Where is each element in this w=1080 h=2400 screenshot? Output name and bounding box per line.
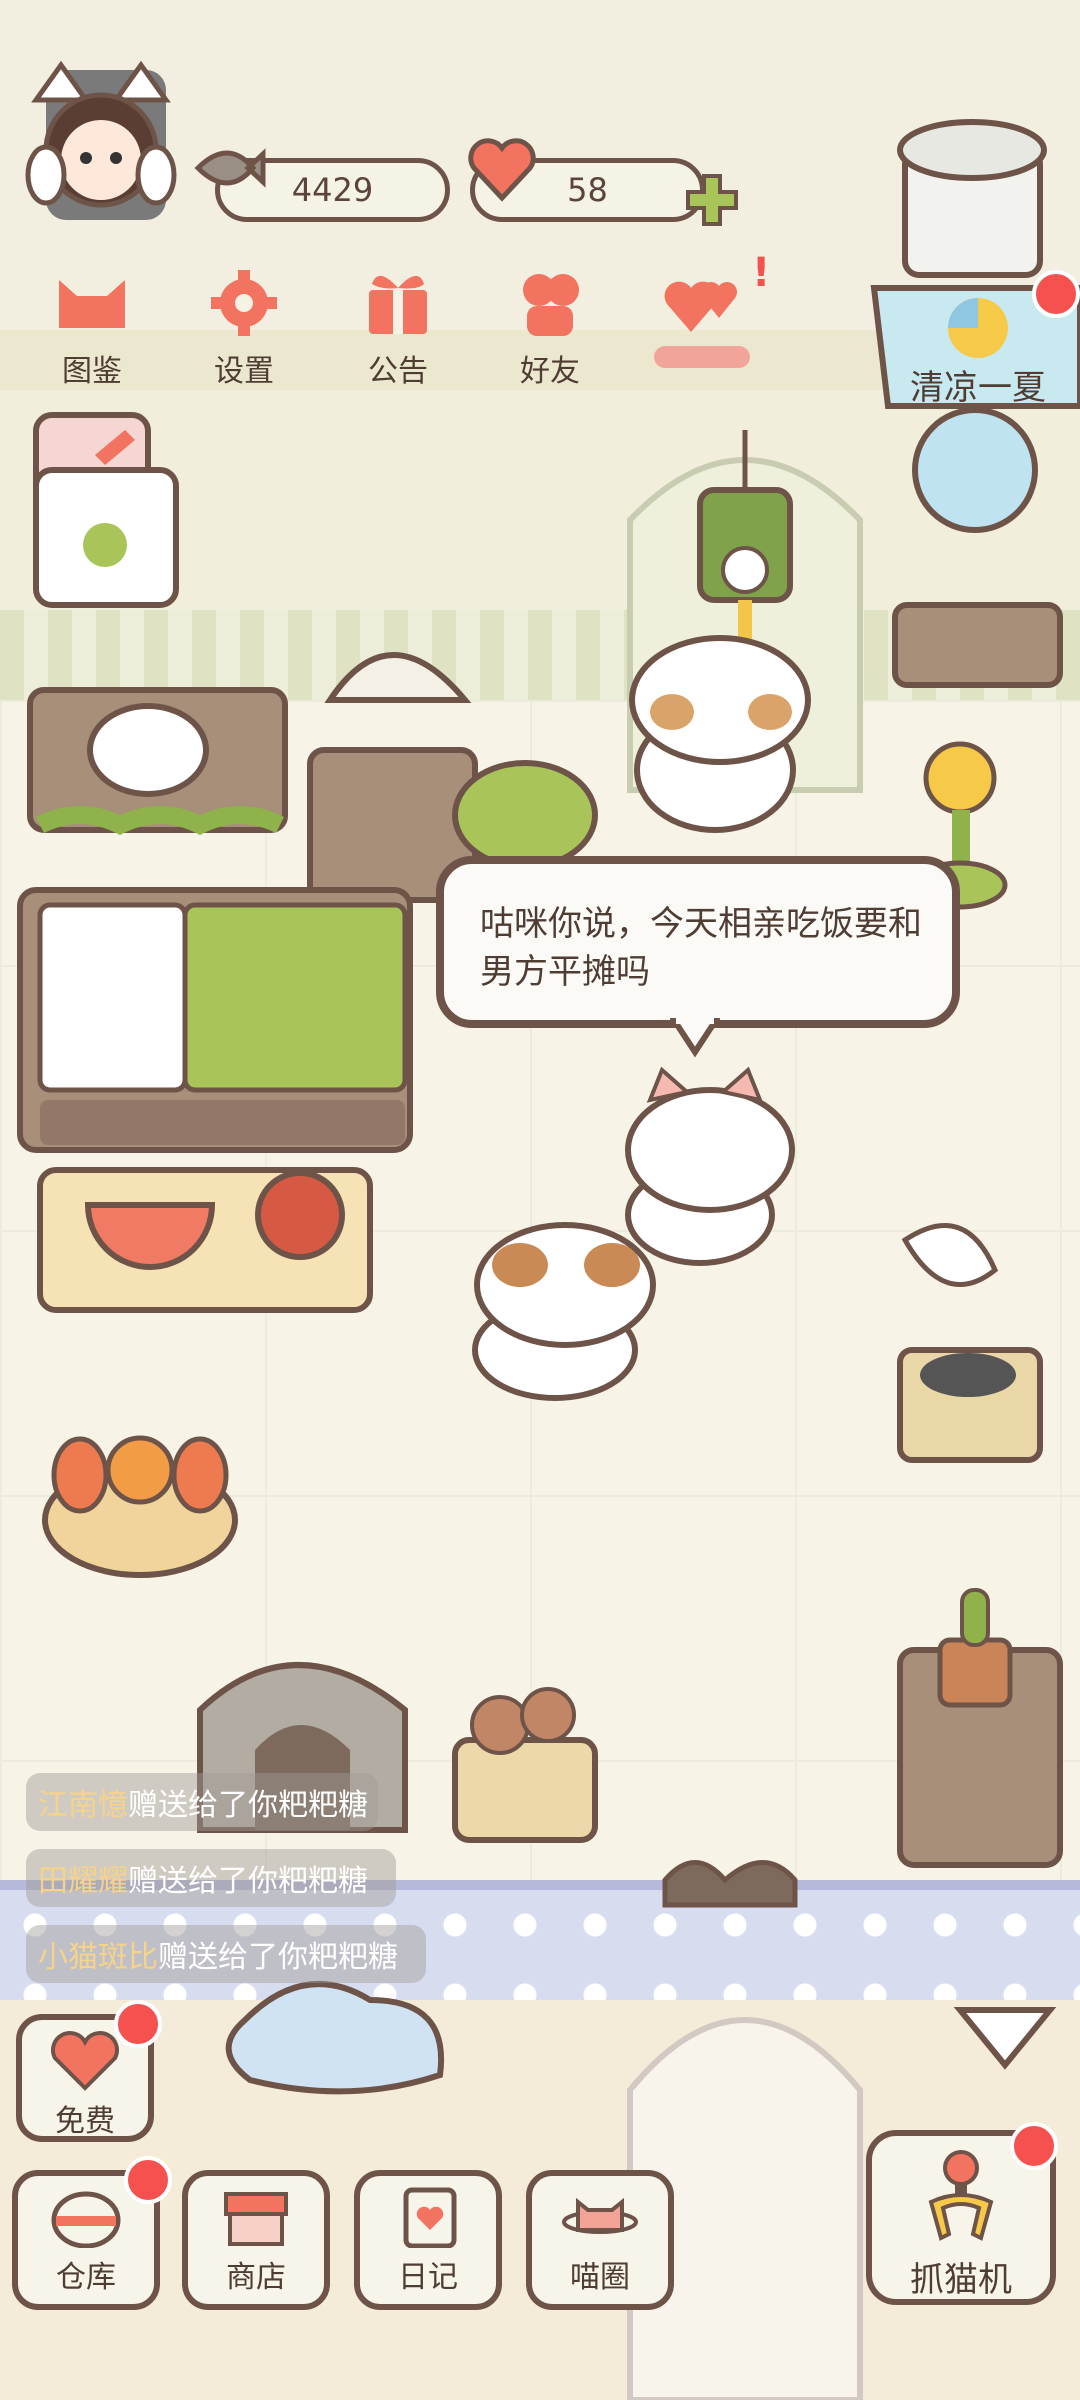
warehouse-notification-dot: [124, 2156, 172, 2204]
diary-label: 日记: [398, 2260, 458, 2295]
snack-table: [37, 1167, 373, 1313]
shop-button[interactable]: 商店: [182, 2170, 330, 2310]
heart-icon: [468, 138, 536, 202]
gift-icon: [369, 275, 427, 334]
diary-button[interactable]: 日记: [354, 2170, 502, 2310]
pendant-lamp: [953, 2007, 1057, 2070]
announcement-label: 公告: [368, 354, 428, 389]
cloud-lamp: [225, 1981, 445, 2095]
player-avatar[interactable]: [16, 60, 186, 230]
interaction-progress-bar: [654, 346, 750, 368]
friends-label: 好友: [520, 354, 580, 389]
gift-text: 赠送给了你粑粑糖: [128, 1788, 368, 1823]
cat-face-icon: [59, 280, 125, 328]
hearts-icon: [664, 281, 737, 332]
friends-button[interactable]: 好友: [490, 268, 610, 398]
interaction-button[interactable]: [642, 268, 762, 398]
bed-furniture: [17, 887, 413, 1153]
event-notification-dot: [1032, 270, 1080, 318]
settings-label: 设置: [214, 354, 274, 389]
claw-icon: [928, 2150, 994, 2241]
diary-icon: [403, 2187, 457, 2248]
heart-currency-value: 58: [567, 171, 608, 209]
free-label: 免费: [55, 2104, 115, 2139]
cat-planet-icon: [562, 2197, 638, 2234]
peeking-cat: [662, 1860, 798, 1908]
speech-bubble-tail: [670, 1018, 720, 1058]
free-notification-dot: [114, 2000, 162, 2048]
gramophone-decoration: [897, 1223, 1043, 1463]
speech-bubble-text: 咕咪你说，今天相亲吃饭要和男方平摊吗: [480, 904, 922, 992]
gift-message: 田耀耀 赠送给了你粑粑糖: [26, 1849, 396, 1907]
gear-icon: [211, 270, 277, 336]
trash-bin: [897, 119, 1047, 278]
warehouse-icon: [51, 2191, 121, 2248]
collection-button[interactable]: 图鉴: [32, 268, 152, 398]
gift-sender: 江南憶: [38, 1788, 128, 1823]
friends-icon: [523, 274, 579, 336]
warehouse-label: 仓库: [56, 2260, 116, 2295]
cat-circle-label: 喵圈: [570, 2260, 630, 2295]
shop-label: 商店: [226, 2260, 286, 2295]
gift-message: 小猫斑比 赠送给了你粑粑糖: [26, 1925, 426, 1983]
shop-icon: [224, 2192, 288, 2246]
mushroom-crate: [452, 1687, 598, 1843]
add-currency-button[interactable]: [682, 170, 742, 230]
settings-button[interactable]: 设置: [184, 268, 304, 398]
gift-text: 赠送给了你粑粑糖: [128, 1864, 368, 1899]
claw-machine-notification-dot: [1010, 2122, 1058, 2170]
fish-icon: [194, 148, 266, 188]
fish-currency-value: 4429: [291, 171, 374, 209]
gift-message: 江南憶 赠送给了你粑粑糖: [26, 1773, 378, 1831]
heart-gift-icon: [51, 2031, 119, 2091]
flower-stand: [892, 407, 1063, 910]
cat-white-sitting: [625, 1066, 795, 1266]
gift-sender: 小猫斑比: [38, 1940, 158, 1975]
cat-calico-top: [629, 635, 811, 833]
cat-speech-bubble: 咕咪你说，今天相亲吃饭要和男方平摊吗: [436, 856, 960, 1028]
cactus-shelf: [897, 1588, 1063, 1868]
cat-calico-walking: [472, 1222, 656, 1401]
vegetable-basket: [42, 1435, 238, 1578]
shelf-decoration: [27, 687, 288, 836]
frog-plush: [452, 760, 598, 870]
exclamation-alert-icon: !: [752, 250, 771, 296]
gift-sender: 田耀耀: [38, 1864, 128, 1899]
cat-circle-button[interactable]: 喵圈: [526, 2170, 674, 2310]
calendar-icon[interactable]: [33, 412, 179, 608]
claw-machine-label: 抓猫机: [910, 2260, 1012, 2300]
collection-label: 图鉴: [62, 354, 122, 389]
event-name: 清凉一夏: [910, 368, 1046, 408]
gift-text: 赠送给了你粑粑糖: [158, 1940, 398, 1975]
announcement-button[interactable]: 公告: [338, 268, 458, 398]
